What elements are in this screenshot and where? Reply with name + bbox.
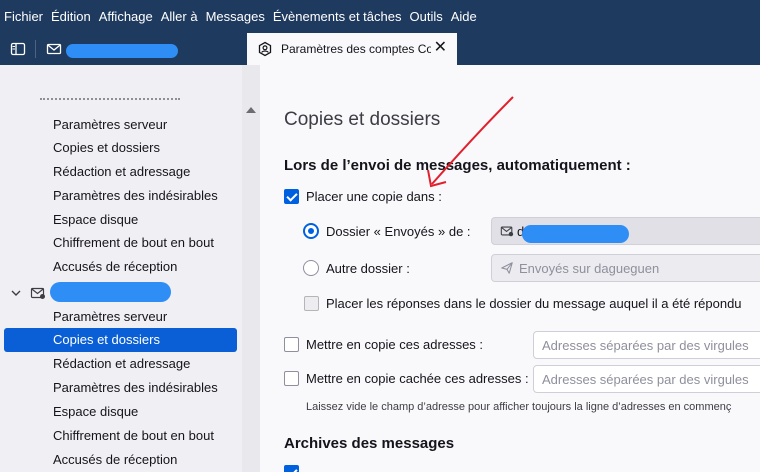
menu-evenements[interactable]: Évènements et tâches	[269, 9, 406, 24]
redacted-account-name[interactable]	[66, 44, 178, 58]
section-heading-archives: Archives des messages	[284, 435, 455, 452]
cc-placeholder: Adresses séparées par des virgules	[542, 337, 749, 353]
reply-folder-label: Placer les réponses dans le dossier du m…	[326, 296, 742, 311]
other-folder-select[interactable]: Envoyés sur dagueguen	[491, 254, 760, 282]
tab-account-settings[interactable]: Paramètres des comptes Co ✕	[247, 33, 457, 65]
place-copy-label: Placer une copie dans :	[306, 189, 442, 204]
menu-aller-a[interactable]: Aller à	[157, 9, 202, 24]
redacted-account-name[interactable]	[50, 282, 171, 302]
page-title: Copies et dossiers	[284, 109, 441, 130]
address-hint-text: Laissez vide le champ d’adresse pour aff…	[306, 401, 732, 413]
mail-icon[interactable]	[46, 41, 62, 57]
sidebar-item-junk[interactable]: Paramètres des indésirables	[53, 377, 218, 399]
sent-folder-radio[interactable]	[303, 223, 319, 239]
sidebar-item-copies-folders-selected[interactable]: Copies et dossiers	[4, 328, 237, 352]
sidebar-item-disk-space[interactable]: Espace disque	[53, 209, 138, 231]
menu-aide[interactable]: Aide	[447, 9, 481, 24]
menu-affichage[interactable]: Affichage	[95, 9, 157, 24]
tab-label: Paramètres des comptes Co	[281, 42, 431, 56]
sent-folder-row[interactable]: Dossier « Envoyés » de :	[303, 223, 471, 239]
tab-bar: Paramètres des comptes Co ✕	[0, 33, 760, 65]
sidebar-item-e2e-encryption[interactable]: Chiffrement de bout en bout	[53, 425, 214, 447]
cc-checkbox[interactable]	[284, 337, 299, 352]
sidebar-item-server-settings[interactable]: Paramètres serveur	[53, 306, 167, 328]
chevron-down-icon[interactable]	[10, 287, 22, 299]
account-tree-sidebar: Paramètres serveur Copies et dossiers Ré…	[0, 65, 260, 472]
sidebar-item-return-receipts[interactable]: Accusés de réception	[53, 256, 177, 278]
sent-folder-label: Dossier « Envoyés » de :	[326, 223, 471, 239]
sidebar-item-composition[interactable]: Rédaction et adressage	[53, 353, 190, 375]
redacted-account-name	[522, 225, 629, 243]
place-copy-checkbox[interactable]	[284, 189, 299, 204]
cc-row[interactable]: Mettre en copie ces adresses :	[284, 337, 483, 352]
sidebar-scrollbar[interactable]	[242, 65, 260, 472]
sidebar-item-e2e-encryption[interactable]: Chiffrement de bout en bout	[53, 232, 214, 254]
sidebar-item-return-receipts[interactable]: Accusés de réception	[53, 449, 177, 471]
section-heading-send: Lors de l’envoi de messages, automatique…	[284, 157, 631, 174]
archives-checkbox[interactable]	[284, 465, 299, 472]
sidebar-item-composition[interactable]: Rédaction et adressage	[53, 161, 190, 183]
close-icon[interactable]: ✕	[434, 40, 447, 56]
menu-fichier[interactable]: Fichier	[0, 9, 47, 24]
account-settings-icon	[258, 41, 272, 57]
cc-addresses-input[interactable]: Adresses séparées par des virgules	[533, 331, 760, 359]
scroll-up-arrow-icon[interactable]	[246, 107, 256, 113]
reply-folder-checkbox[interactable]	[304, 296, 319, 311]
bcc-placeholder: Adresses séparées par des virgules	[542, 371, 749, 387]
menu-messages[interactable]: Messages	[202, 9, 269, 24]
mail-account-icon	[500, 226, 514, 237]
sidebar-item-disk-space[interactable]: Espace disque	[53, 401, 138, 423]
sidebar-item-copies-folders[interactable]: Copies et dossiers	[53, 137, 160, 159]
folder-pane-icon[interactable]	[10, 41, 26, 57]
send-icon	[501, 262, 513, 274]
menu-outils[interactable]: Outils	[405, 9, 446, 24]
sidebar-item-label: Copies et dossiers	[53, 332, 160, 347]
settings-panel: Copies et dossiers Lors de l’envoi de me…	[260, 65, 760, 472]
bcc-row[interactable]: Mettre en copie cachée ces adresses :	[284, 371, 529, 386]
menu-bar: Fichier Édition Affichage Aller à Messag…	[0, 0, 760, 33]
menu-edition[interactable]: Édition	[47, 9, 95, 24]
other-folder-row[interactable]: Autre dossier :	[303, 260, 410, 276]
bcc-label: Mettre en copie cachée ces adresses :	[306, 371, 529, 386]
reply-folder-row[interactable]: Placer les réponses dans le dossier du m…	[304, 296, 742, 311]
sidebar-item-server-settings[interactable]: Paramètres serveur	[53, 114, 167, 136]
place-copy-row[interactable]: Placer une copie dans :	[284, 189, 442, 204]
tab-separator	[35, 40, 36, 58]
other-folder-value: Envoyés sur dagueguen	[519, 260, 660, 276]
bcc-addresses-input[interactable]: Adresses séparées par des virgules	[533, 365, 760, 393]
mail-account-icon	[30, 287, 45, 299]
truncated-account-row	[40, 95, 180, 101]
other-folder-radio[interactable]	[303, 260, 319, 276]
cc-label: Mettre en copie ces adresses :	[306, 337, 484, 352]
sidebar-item-junk[interactable]: Paramètres des indésirables	[53, 185, 218, 207]
bcc-checkbox[interactable]	[284, 371, 299, 386]
other-folder-label: Autre dossier :	[326, 260, 410, 276]
